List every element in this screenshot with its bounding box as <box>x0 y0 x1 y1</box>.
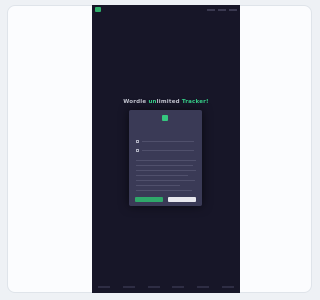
top-bar <box>92 5 240 14</box>
hero-title-highlight: un <box>148 99 157 105</box>
modal-text-line <box>136 190 192 191</box>
nav-item[interactable] <box>218 9 226 11</box>
footer-link[interactable] <box>122 286 135 288</box>
consent-checkbox[interactable] <box>136 149 139 152</box>
footer-link[interactable] <box>98 286 111 288</box>
footer-nav <box>92 281 240 293</box>
app-screenshot: Wordle unlimited Tracker! <box>92 5 240 293</box>
modal-text-line <box>136 165 193 166</box>
hero-title-part: Wordle <box>123 99 149 105</box>
nav-item[interactable] <box>229 9 237 11</box>
footer-link[interactable] <box>147 286 160 288</box>
nav-item[interactable] <box>207 9 215 11</box>
hero-title-part: limited <box>156 99 182 105</box>
footer-link[interactable] <box>172 286 185 288</box>
footer-link[interactable] <box>196 286 209 288</box>
modal-logo-icon <box>162 115 168 121</box>
checkbox-label <box>142 141 194 142</box>
hero-title-highlight: Tracker! <box>181 99 209 105</box>
modal-text-line <box>136 175 188 176</box>
footer-link[interactable] <box>221 286 234 288</box>
checkbox-label <box>142 150 194 151</box>
modal-text-line <box>136 160 196 161</box>
app-logo-icon <box>95 7 101 12</box>
decline-button[interactable] <box>168 197 196 202</box>
modal-text-line <box>136 180 195 181</box>
accept-button[interactable] <box>135 197 163 202</box>
hero-title: Wordle unlimited Tracker! <box>92 99 240 105</box>
modal-text-line <box>136 170 196 171</box>
consent-checkbox[interactable] <box>136 140 139 143</box>
top-nav <box>207 7 237 11</box>
consent-modal <box>129 110 202 206</box>
modal-text-line <box>136 185 180 186</box>
